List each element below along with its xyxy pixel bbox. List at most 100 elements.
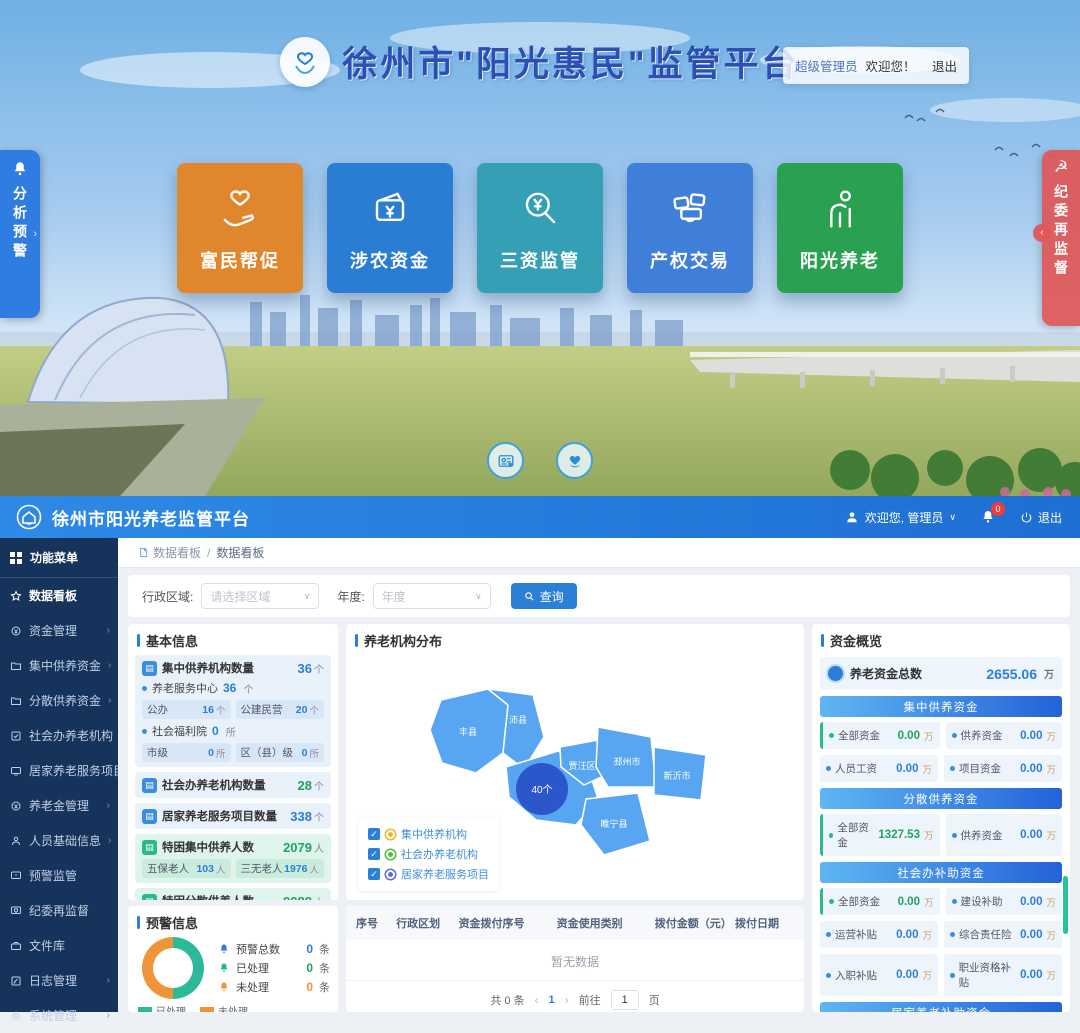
sidebar-nav: 功能菜单 数据看板 资金管理 › 集中供养资金 › 分散供养资金 › 社会办养老… [0, 538, 118, 1012]
logout-button[interactable]: 退出 [1020, 509, 1062, 526]
sidebar-item-central-support-funds[interactable]: 集中供养资金 › [0, 648, 118, 683]
sidebar-item-log-mgmt[interactable]: 日志管理 › [0, 963, 118, 998]
id-card-circle-button[interactable] [487, 442, 524, 479]
tile-shenong-zijin[interactable]: 涉农资金 [327, 163, 453, 293]
sidebar-item-funds-mgmt[interactable]: 资金管理 › [0, 613, 118, 648]
screen-alert-icon [10, 870, 22, 882]
sidebar-item-label: 养老金管理 [29, 797, 89, 814]
funds-scrollbar-thumb[interactable] [1063, 876, 1068, 934]
hero-logout-button[interactable]: 退出 [932, 56, 957, 75]
power-icon [1020, 511, 1033, 524]
warning-stat-row: 已处理 0 条 [218, 960, 330, 976]
panel-title: 养老机构分布 [346, 624, 804, 655]
tile-chanquan-jiaoyi[interactable]: 产权交易 [627, 163, 753, 293]
goto-page-input[interactable] [611, 990, 639, 1010]
main-content: 数据看板 / 数据看板 行政区域: 请选择区域 ∨ 年度: 年度 ∨ 查询 基本… [118, 538, 1080, 1012]
funds-overview-panel: 资金概览 养老资金总数 2655.06 万 集中供养资金 全部资金0.00万 供… [812, 624, 1070, 1012]
fund-cell: 全部资金1327.53万 [820, 814, 940, 856]
welcome-user-label: 欢迎您, 管理员 [865, 509, 944, 526]
title-accent-bar [821, 634, 824, 647]
chevron-right-icon: › [107, 800, 110, 811]
district-label: 丰县 [459, 726, 477, 737]
wallet-yuan-icon [364, 183, 416, 235]
sidebar-item-home-care-projects[interactable]: 居家养老服务项目 › [0, 753, 118, 788]
bell-icon [218, 981, 230, 993]
sidebar-item-pension-mgmt[interactable]: 养老金管理 › [0, 788, 118, 823]
dot-icon [142, 729, 147, 734]
fund-cell: 建设补助0.00万 [946, 888, 1063, 915]
breadcrumb: 数据看板 / 数据看板 [118, 538, 1080, 568]
doc-icon: ▤ [142, 840, 157, 855]
sidebar-item-warning-supervision[interactable]: 预警监管 [0, 858, 118, 893]
year-select[interactable]: 年度 ∨ [373, 583, 491, 609]
checkbox-checked-icon[interactable]: ✓ [368, 868, 380, 880]
total-funds-row: 养老资金总数 2655.06 万 [820, 657, 1062, 690]
fund-cell: 项目资金0.00万 [944, 755, 1062, 782]
gear-icon [10, 1010, 22, 1022]
analysis-warning-tab[interactable]: 分析预警 › [0, 150, 40, 318]
user-menu[interactable]: 欢迎您, 管理员 ∨ [845, 509, 956, 526]
fund-section-band: 居家养老补助资金 [820, 1002, 1062, 1012]
jiwei-supervision-tab[interactable]: ☭ 纪委再监督 ‹ [1042, 150, 1080, 326]
current-page-button[interactable]: 1 [549, 994, 555, 1006]
tile-sanzi-jianguan[interactable]: 三资监管 [477, 163, 603, 293]
stat-chip: 五保老人103人 [142, 859, 231, 878]
caret-down-icon: ∨ [304, 591, 311, 602]
dot-icon [952, 899, 957, 904]
dot-icon [950, 973, 955, 978]
stat-chip: 三无老人1976人 [236, 859, 325, 878]
legend-toggle-central[interactable]: ✓ 集中供养机构 [368, 826, 489, 842]
col-header: 拨付金额（元） [651, 915, 731, 931]
fund-cell: 入职补贴0.00万 [820, 954, 938, 996]
dot-icon [950, 766, 955, 771]
map-legend: ✓ 集中供养机构 ✓ 社会办养老机构 ✓ 居家养老服务项目 [358, 817, 499, 891]
caret-down-icon: ∨ [949, 512, 956, 523]
user-icon [845, 510, 859, 524]
breadcrumb-item[interactable]: 数据看板 [138, 544, 201, 561]
sidebar-item-social-institutions[interactable]: 社会办养老机构 › [0, 718, 118, 753]
folder-icon [10, 660, 22, 672]
chevron-right-icon: › [108, 835, 111, 846]
fund-section-band: 社会办补助资金 [820, 862, 1062, 883]
panel-title: 资金概览 [812, 624, 1070, 655]
sidebar-item-personnel-info[interactable]: 人员基础信息 › [0, 823, 118, 858]
tile-fumin-bangcu[interactable]: 富民帮促 [177, 163, 303, 293]
next-page-button[interactable]: › [565, 993, 569, 1007]
title-accent-bar [137, 916, 140, 929]
sidebar-item-jiwei-supervision[interactable]: 纪委再监督 [0, 893, 118, 928]
region-filter-label: 行政区域: [142, 588, 193, 605]
sidebar-item-label: 系统管理 [29, 1007, 77, 1024]
elderly-person-icon [814, 183, 866, 235]
sidebar-item-label: 数据看板 [29, 587, 77, 604]
col-header: 资金拨付序号 [455, 915, 553, 931]
query-button[interactable]: 查询 [511, 583, 577, 609]
id-card-icon [497, 452, 515, 470]
login-status-box: 超级管理员 欢迎您！ 退出 [783, 47, 969, 84]
checkbox-checked-icon[interactable]: ✓ [368, 828, 380, 840]
sidebar-item-label: 分散供养资金 [29, 692, 101, 709]
sidebar-item-file-library[interactable]: 文件库 [0, 928, 118, 963]
tile-label: 富民帮促 [200, 247, 280, 273]
fund-cell: 综合责任险0.00万 [944, 921, 1062, 948]
sidebar-item-label: 集中供养资金 [29, 657, 101, 674]
sidebar-item-system-mgmt[interactable]: 系统管理 › [0, 998, 118, 1033]
prev-page-button[interactable]: ‹ [535, 993, 539, 1007]
heart-in-hand-icon [214, 183, 266, 235]
notifications-button[interactable]: 0 [980, 509, 996, 525]
dot-icon [829, 899, 834, 904]
district-label: 邳州市 [613, 756, 640, 767]
region-select[interactable]: 请选择区域 ∨ [201, 583, 319, 609]
tile-yangguang-yanglao[interactable]: 阳光养老 [777, 163, 903, 293]
legend-toggle-home-care[interactable]: ✓ 居家养老服务项目 [368, 866, 489, 882]
sidebar-item-dispersed-support-funds[interactable]: 分散供养资金 › [0, 683, 118, 718]
stat-card-central-support-persons: ▤ 特困集中供养人数 2079人 五保老人103人 三无老人1976人 [135, 834, 331, 883]
sidebar-item-label: 日志管理 [29, 972, 77, 989]
sidebar-item-dashboard[interactable]: 数据看板 [0, 578, 118, 613]
heart-hands-circle-button[interactable] [556, 442, 593, 479]
basic-info-panel: 基本信息 ▤ 集中供养机构数量 36个 养老服务中心 36 个 公办16个 公建… [128, 624, 338, 900]
donut-legend: 已处理 未处理 [128, 999, 338, 1012]
col-header: 资金使用类别 [553, 915, 651, 931]
filter-bar: 行政区域: 请选择区域 ∨ 年度: 年度 ∨ 查询 [128, 575, 1070, 617]
legend-toggle-social[interactable]: ✓ 社会办养老机构 [368, 846, 489, 862]
checkbox-checked-icon[interactable]: ✓ [368, 848, 380, 860]
